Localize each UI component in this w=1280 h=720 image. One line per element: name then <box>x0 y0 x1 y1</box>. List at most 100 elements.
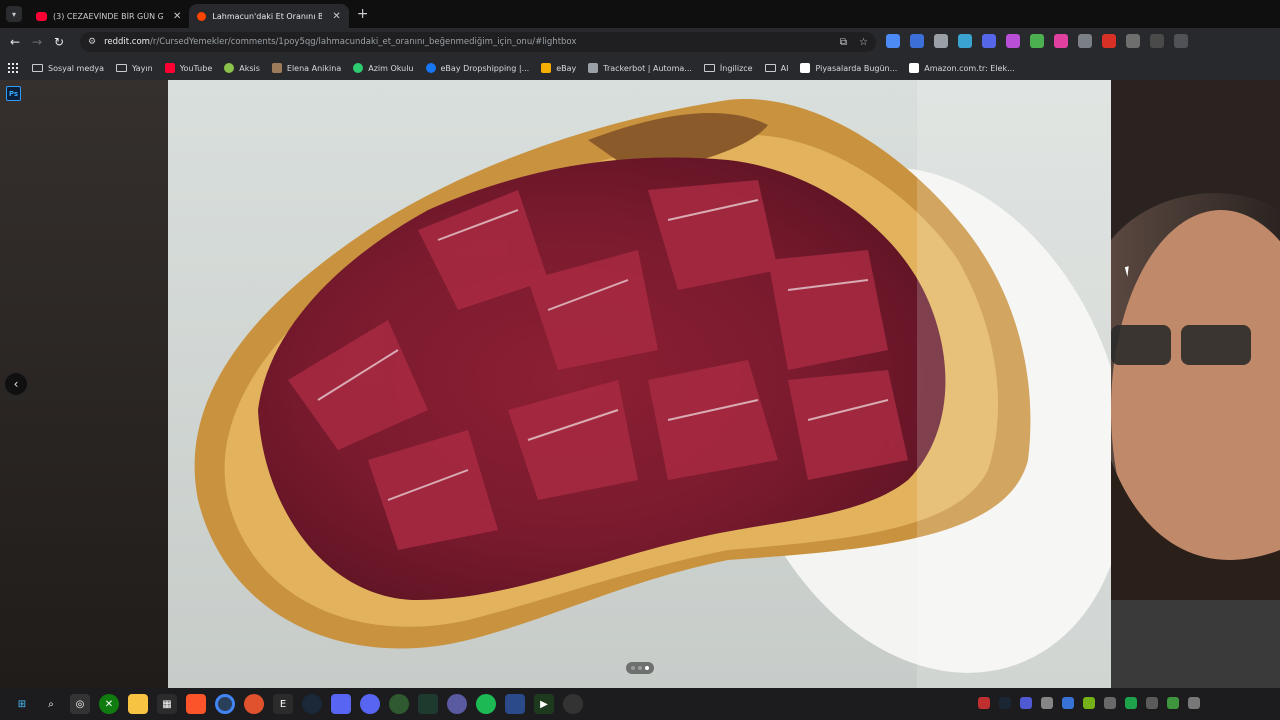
translate-icon[interactable] <box>886 34 900 48</box>
extension-icon[interactable] <box>1078 34 1092 48</box>
tray-icon[interactable] <box>1020 697 1032 709</box>
app-icon[interactable] <box>331 694 351 714</box>
previous-image-button[interactable]: ‹ <box>5 373 27 395</box>
extensions-bar <box>886 34 1188 48</box>
install-app-icon[interactable]: ⧉ <box>840 37 847 48</box>
carousel-indicator[interactable] <box>626 662 654 674</box>
chrome-icon[interactable] <box>215 694 235 714</box>
address-bar[interactable]: ⚙ reddit.com /r/CursedYemekler/comments/… <box>80 32 876 52</box>
bookmark-label: Sosyal medya <box>48 63 104 73</box>
tray-icon[interactable] <box>999 697 1011 709</box>
system-tray <box>978 697 1200 709</box>
bookmark-sosyal-medya[interactable]: Sosyal medya <box>32 64 104 73</box>
tray-icon[interactable] <box>1062 697 1074 709</box>
new-tab-button[interactable]: + <box>357 6 369 22</box>
site-info-icon[interactable]: ⚙ <box>88 37 96 47</box>
epic-games-icon[interactable]: E <box>273 694 293 714</box>
tray-icon[interactable] <box>1188 697 1200 709</box>
extension-icon[interactable] <box>1054 34 1068 48</box>
extension-icon[interactable] <box>982 34 996 48</box>
reload-icon[interactable]: ↻ <box>48 35 70 49</box>
file-explorer-icon[interactable] <box>128 694 148 714</box>
bookmark-amazon[interactable]: Amazon.com.tr: Elek... <box>909 63 1015 73</box>
url-domain: reddit.com <box>104 37 150 47</box>
extensions-puzzle-icon[interactable] <box>1174 34 1188 48</box>
app-icon[interactable] <box>244 694 264 714</box>
url-path: /r/CursedYemekler/comments/1poy5qg/lahma… <box>149 37 577 47</box>
tray-icon[interactable] <box>1167 697 1179 709</box>
carousel-dot-active[interactable] <box>645 666 649 670</box>
bookmark-elena-anikina[interactable]: Elena Anikina <box>271 63 341 73</box>
extension-icon[interactable] <box>934 34 948 48</box>
extension-icon[interactable] <box>1030 34 1044 48</box>
azim-icon <box>353 63 364 73</box>
windows-taskbar: ⊞ ⌕ ◎ ✕ ▦ E ▶ <box>0 688 1280 720</box>
aksis-icon <box>224 63 235 73</box>
bookmark-trackerbot[interactable]: Trackerbot | Automa... <box>588 63 692 73</box>
close-icon[interactable]: ✕ <box>173 11 181 22</box>
bookmark-yayin[interactable]: Yayın <box>115 64 153 73</box>
back-icon[interactable]: ← <box>4 35 26 49</box>
forward-icon[interactable]: → <box>26 35 48 49</box>
tray-icon[interactable] <box>1041 697 1053 709</box>
extension-icon[interactable] <box>1150 34 1164 48</box>
reddit-icon <box>197 11 207 21</box>
tray-icon[interactable] <box>978 697 990 709</box>
extension-icon[interactable] <box>958 34 972 48</box>
apps-grid-icon[interactable] <box>8 63 18 73</box>
tab-strip: ▾ (3) CEZAEVİNDE BİR GÜN GEÇİR ✕ Lahmacu… <box>0 0 1280 28</box>
bookmark-star-icon[interactable]: ☆ <box>859 37 868 48</box>
xbox-icon[interactable]: ✕ <box>99 694 119 714</box>
webcam-feed <box>1111 80 1280 688</box>
tab-title: (3) CEZAEVİNDE BİR GÜN GEÇİR <box>53 11 163 21</box>
search-icon[interactable]: ⌕ <box>41 694 61 714</box>
carousel-dot[interactable] <box>631 666 635 670</box>
tab-reddit[interactable]: Lahmacun'daki Et Oranını Beğe ✕ <box>189 4 349 28</box>
photoshop-icon[interactable]: Ps <box>6 86 21 101</box>
facebook-icon <box>425 63 436 73</box>
folder-icon <box>115 64 127 72</box>
bookmark-ebay[interactable]: eBay <box>541 63 576 73</box>
windows-start-icon[interactable]: ⊞ <box>12 694 32 714</box>
bookmark-azim-okulu[interactable]: Azim Okulu <box>353 63 414 73</box>
tab-search-button[interactable]: ▾ <box>6 6 22 22</box>
app-icon[interactable]: ▶ <box>534 694 554 714</box>
spotify-icon[interactable] <box>476 694 496 714</box>
bookmark-label: Trackerbot | Automa... <box>603 63 692 73</box>
extension-icon[interactable] <box>910 34 924 48</box>
piyasa-icon <box>800 63 811 73</box>
carousel-dot[interactable] <box>638 666 642 670</box>
youtube-icon <box>164 63 175 73</box>
extension-icon[interactable] <box>1126 34 1140 48</box>
app-icon[interactable] <box>563 694 583 714</box>
bookmark-youtube[interactable]: YouTube <box>164 63 212 73</box>
bookmark-aksis[interactable]: Aksis <box>224 63 260 73</box>
app-icon[interactable] <box>389 694 409 714</box>
bookmark-label: Aksis <box>239 63 260 73</box>
bookmark-ebay-dropshipping[interactable]: eBay Dropshipping |... <box>425 63 529 73</box>
tray-icon[interactable] <box>1146 697 1158 709</box>
bookmark-ingilizce[interactable]: İngilizce <box>703 63 753 73</box>
discord-icon[interactable] <box>360 694 380 714</box>
tab-title: Lahmacun'daki Et Oranını Beğe <box>212 11 323 21</box>
bookmark-ai[interactable]: AI <box>764 64 788 73</box>
extension-icon[interactable] <box>1006 34 1020 48</box>
tab-youtube[interactable]: (3) CEZAEVİNDE BİR GÜN GEÇİR ✕ <box>28 4 189 28</box>
app-icon[interactable] <box>505 694 525 714</box>
store-icon[interactable]: ▦ <box>157 694 177 714</box>
steam-icon[interactable] <box>302 694 322 714</box>
lightbox-view: Ps ‹ <box>0 80 1280 688</box>
tray-icon[interactable] <box>1125 697 1137 709</box>
tray-icon[interactable] <box>1104 697 1116 709</box>
app-icon[interactable] <box>447 694 467 714</box>
extension-icon[interactable] <box>1102 34 1116 48</box>
tray-icon[interactable] <box>1083 697 1095 709</box>
bookmark-piyasalarda[interactable]: Piyasalarda Bugün... <box>800 63 897 73</box>
brave-icon[interactable] <box>186 694 206 714</box>
app-icon[interactable]: ◎ <box>70 694 90 714</box>
browser-toolbar: ← → ↻ ⚙ reddit.com /r/CursedYemekler/com… <box>0 28 1280 56</box>
app-icon[interactable] <box>418 694 438 714</box>
folder-icon <box>32 64 43 72</box>
bookmark-label: İngilizce <box>719 63 753 73</box>
close-icon[interactable]: ✕ <box>332 11 340 22</box>
